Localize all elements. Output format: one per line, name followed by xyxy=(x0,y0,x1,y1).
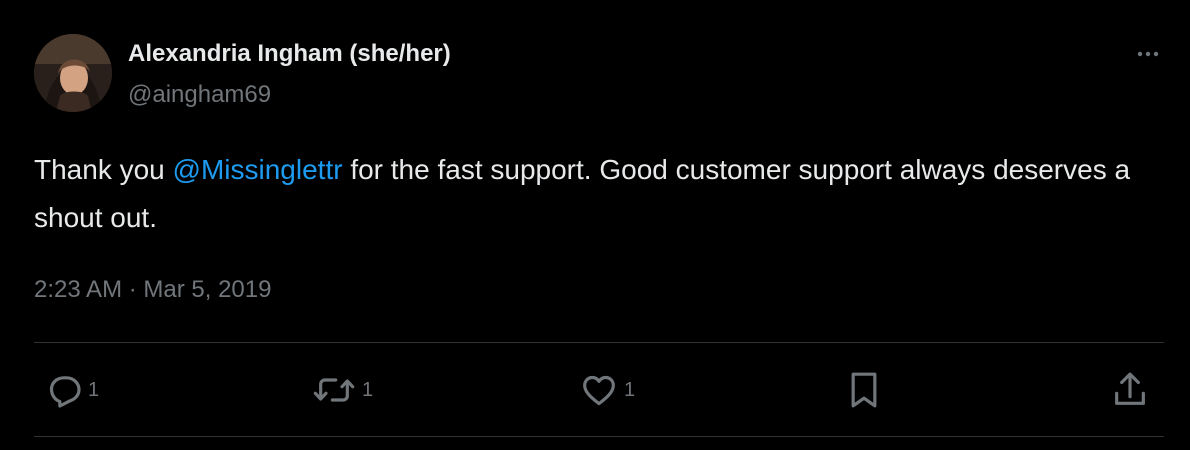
bookmark-icon xyxy=(851,372,877,408)
reply-icon xyxy=(49,376,81,408)
retweet-icon xyxy=(313,378,355,402)
avatar-photo xyxy=(34,34,112,112)
retweet-button[interactable]: 1 xyxy=(310,368,373,412)
tweet-actions-bar: 1 1 1 xyxy=(0,368,1190,412)
like-button[interactable]: 1 xyxy=(578,368,635,412)
tweet-timestamp[interactable]: 2:23 AM · Mar 5, 2019 xyxy=(34,276,271,304)
tweet-text-before: Thank you xyxy=(34,154,173,185)
author-display-name[interactable]: Alexandria Ingham (she/her) xyxy=(128,40,451,68)
bookmark-button[interactable] xyxy=(844,368,884,412)
mention-link[interactable]: @Missinglettr xyxy=(173,154,343,185)
tweet-text: Thank you @Missinglettr for the fast sup… xyxy=(34,146,1144,242)
reply-button[interactable]: 1 xyxy=(44,368,99,412)
author-handle[interactable]: @aingham69 xyxy=(128,81,271,109)
avatar[interactable] xyxy=(34,34,112,112)
divider xyxy=(34,436,1164,437)
heart-icon xyxy=(583,375,615,406)
divider xyxy=(34,342,1164,343)
retweet-count: 1 xyxy=(362,378,374,401)
share-icon xyxy=(1115,372,1145,405)
more-horizontal-icon xyxy=(1137,51,1159,57)
reply-count: 1 xyxy=(88,378,100,401)
like-count: 1 xyxy=(624,378,636,401)
share-button[interactable] xyxy=(1110,368,1150,412)
more-options-button[interactable] xyxy=(1128,40,1168,68)
